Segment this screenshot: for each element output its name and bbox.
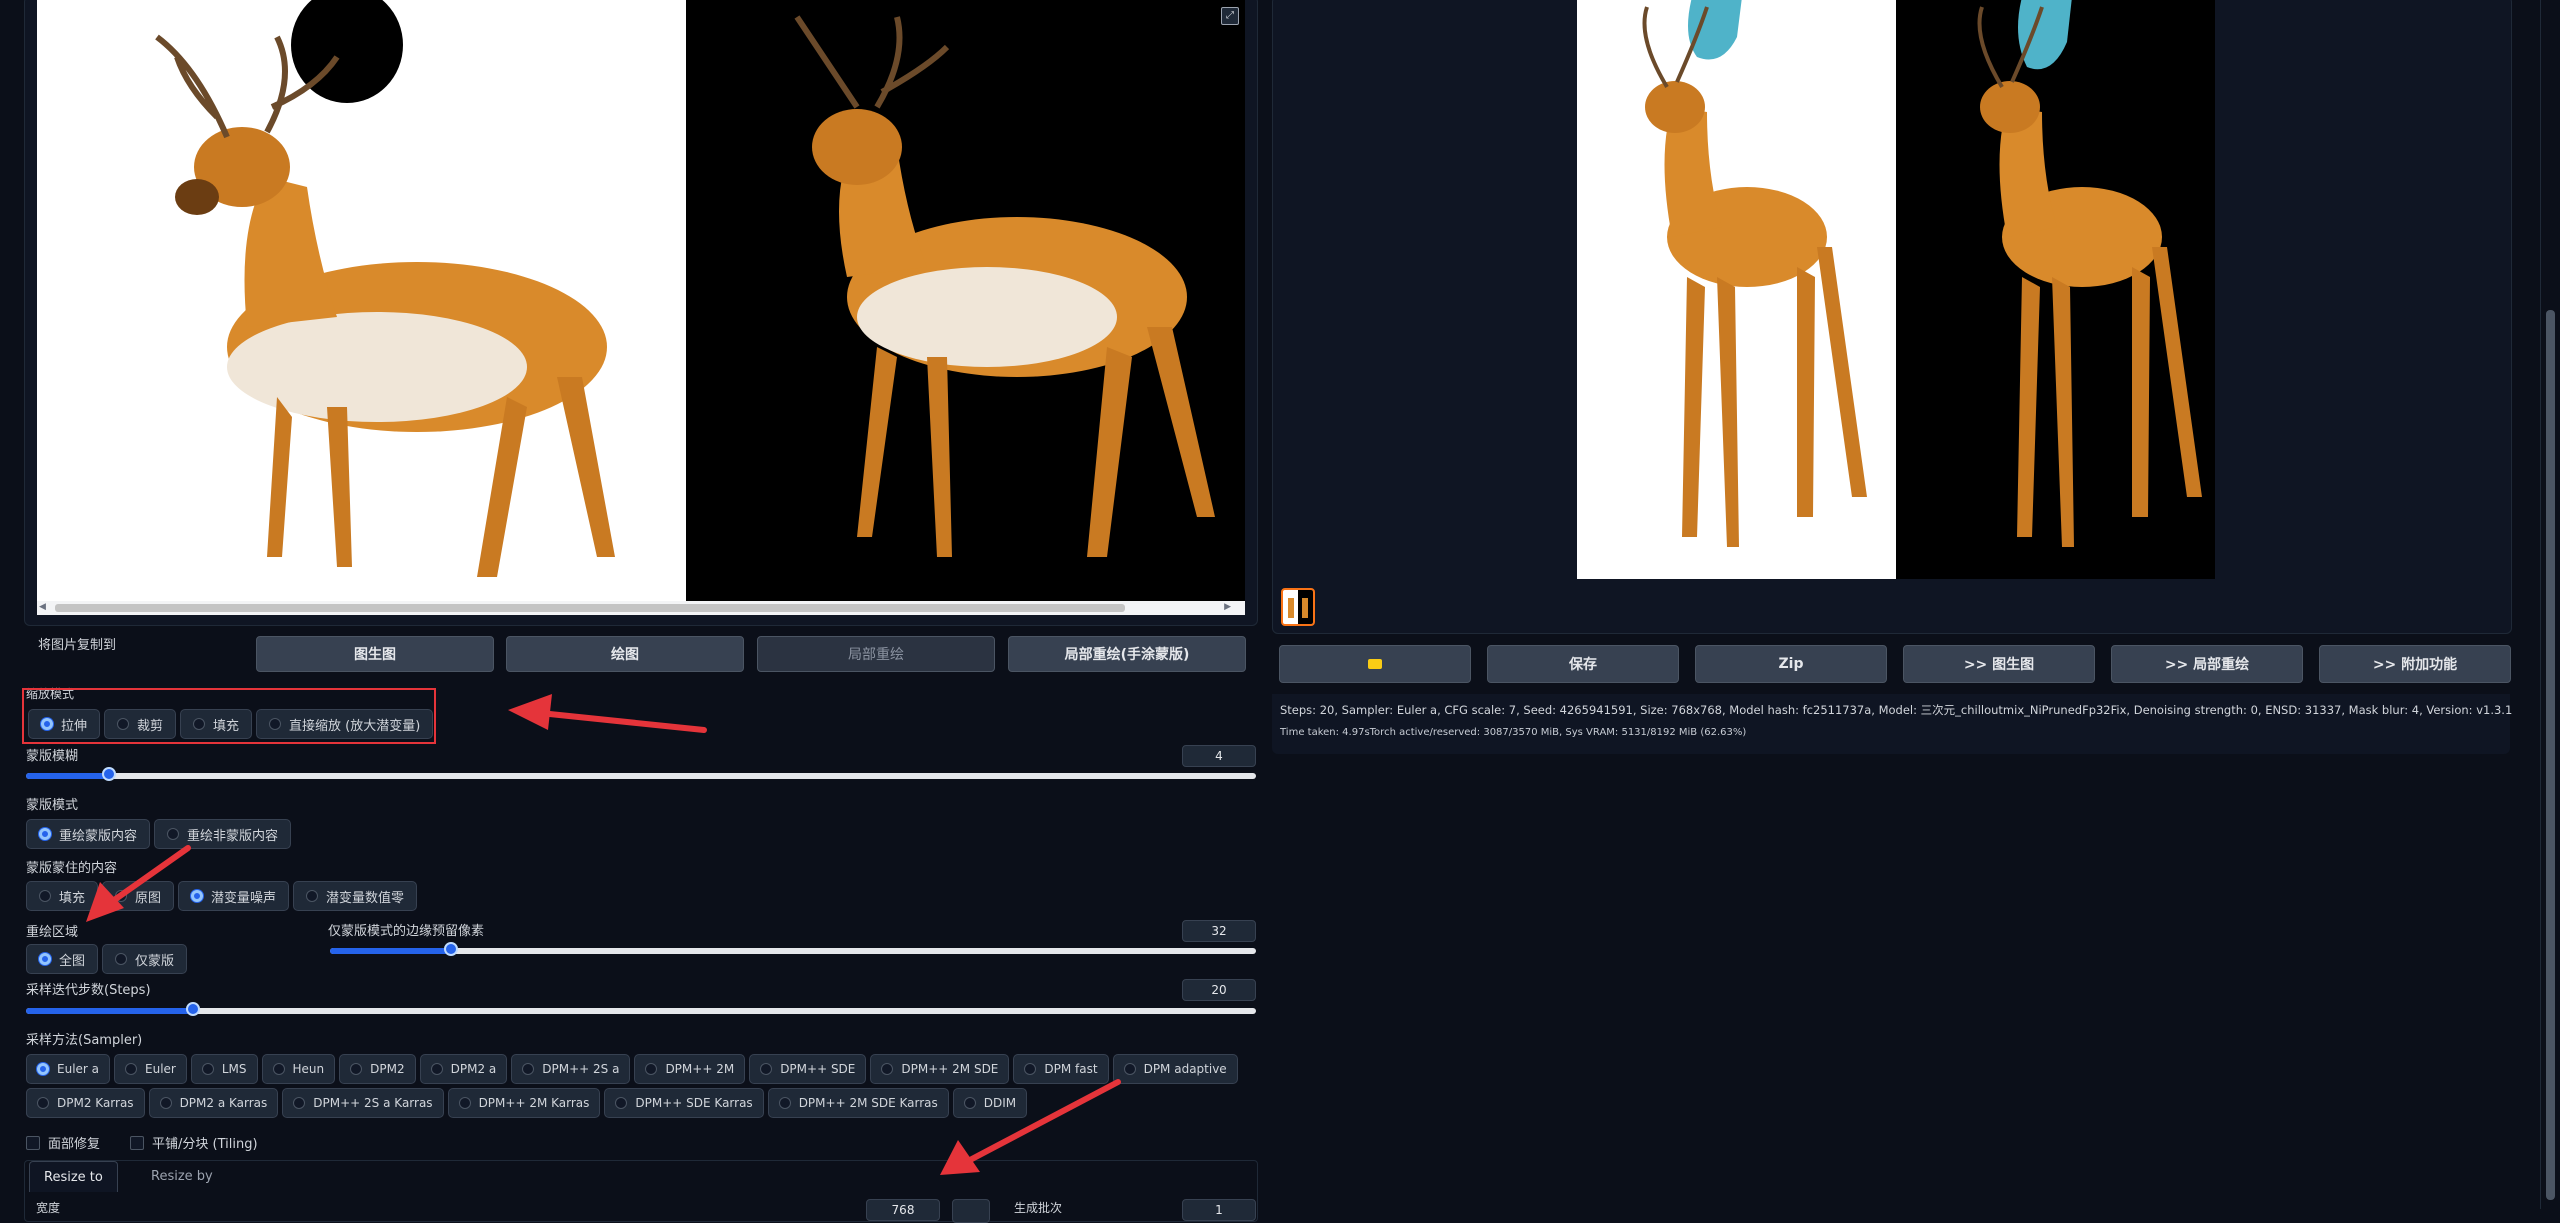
annotation-arrows [86,694,1121,1175]
generation-info-text: Steps: 20, Sampler: Euler a, CFG scale: … [1280,703,2513,717]
zip-button[interactable]: Zip [1695,645,1887,683]
page-scrollbar[interactable] [2540,0,2560,1209]
arrow-sampler [967,1079,1121,1163]
page-scroll-thumb[interactable] [2546,310,2555,1200]
output-image[interactable] [1577,0,2215,579]
open-folder-button[interactable] [1279,645,1471,683]
time-taken-text: Time taken: 4.97sTorch active/reserved: … [1280,727,1747,738]
output-thumbnail[interactable] [1281,588,1315,626]
send-to-inpaint-button[interactable]: >> 局部重绘 [2111,645,2303,683]
arrow-head-masked-content [86,882,124,922]
folder-icon [1368,659,1382,669]
send-to-extras-button[interactable]: >> 附加功能 [2319,645,2511,683]
thumbnail-svg [1288,590,1313,624]
output-image-svg [1577,0,2215,579]
arrow-head-resize-mode [508,694,552,730]
send-to-img2img-button[interactable]: >> 图生图 [1903,645,2095,683]
output-panel [1272,0,2512,634]
arrow-resize-mode [537,710,707,733]
save-button[interactable]: 保存 [1487,645,1679,683]
arrow-masked-content [107,845,191,906]
